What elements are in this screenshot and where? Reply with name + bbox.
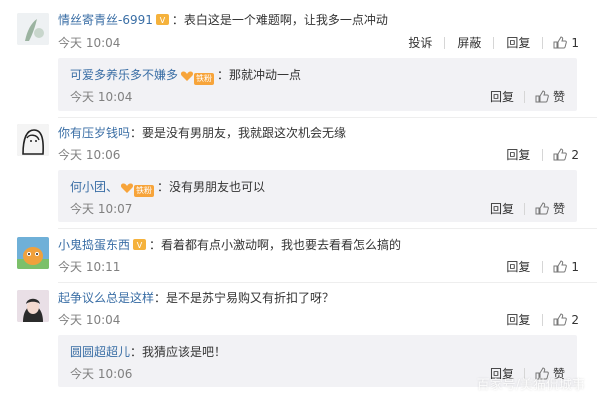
avatar[interactable] <box>17 124 49 156</box>
fan-heart-icon <box>120 183 134 193</box>
reply-line: 圆圆超超儿：我猜应该是吧！ <box>70 343 226 360</box>
reply-reply-button[interactable]: 回复 <box>490 88 514 105</box>
avatar-image <box>17 237 49 269</box>
comment-time: 今天 10:04 <box>58 313 121 327</box>
reply-like-button[interactable]: 赞 <box>535 200 565 217</box>
like-count: 2 <box>571 312 579 327</box>
username-link[interactable]: 小鬼捣蛋东西 <box>58 238 130 252</box>
reply-time: 今天 10:06 <box>70 367 133 381</box>
thumbs-up-icon <box>553 260 568 273</box>
comment-actions: 回复 2 <box>504 311 579 328</box>
reply-username-link[interactable]: 圆圆超超儿 <box>70 345 130 359</box>
comment-line: 小鬼捣蛋东西 V ：看着都有点小激动啊，我也要去看看怎么搞的 <box>58 236 401 253</box>
reply-username-link[interactable]: 何小团、 <box>70 180 118 194</box>
reply-text: ：没有男朋友也可以 <box>157 180 266 194</box>
avatar[interactable] <box>17 13 49 45</box>
reply-text: ：那就冲动一点 <box>217 68 302 82</box>
comment-line: 你有压岁钱吗：要是没有男朋友，我就跟这次机会无缘 <box>58 124 346 141</box>
reply-box: 何小团、 铁粉 ：没有男朋友也可以 今天 10:07 回复 赞 <box>58 170 577 222</box>
reply-time: 今天 10:07 <box>70 202 133 216</box>
avatar-image <box>17 13 49 45</box>
thumbs-up-icon <box>535 90 549 103</box>
avatar-image <box>17 290 49 322</box>
reply-time: 今天 10:04 <box>70 90 133 104</box>
divider <box>542 313 544 326</box>
like-count: 1 <box>571 259 579 274</box>
reply-line: 可爱多养乐多不嫌多 铁粉 ：那就冲动一点 <box>70 66 302 85</box>
block-button[interactable]: 屏蔽 <box>455 34 483 51</box>
reply-line: 何小团、 铁粉 ：没有男朋友也可以 <box>70 178 266 197</box>
thumbs-up-icon <box>553 313 568 326</box>
svg-text:V: V <box>137 241 143 250</box>
thumbs-up-icon <box>553 148 568 161</box>
thumbs-up-icon <box>535 202 549 215</box>
avatar[interactable] <box>17 290 49 322</box>
divider <box>542 36 544 49</box>
fan-badge: 铁粉 <box>180 70 215 85</box>
comment-line: 情丝寄青丝-6991 V ：表白这是一个难题啊，让我多一点冲动 <box>58 11 388 28</box>
reply-like-button[interactable]: 赞 <box>535 88 565 105</box>
fan-heart-icon <box>180 71 194 81</box>
divider <box>542 260 544 273</box>
like-button[interactable]: 2 <box>553 313 579 327</box>
like-button[interactable]: 1 <box>553 36 579 50</box>
username-link[interactable]: 起争议么总是这样 <box>58 291 154 305</box>
comment-actions: 回复 1 <box>504 258 579 275</box>
reply-actions: 回复 赞 <box>490 88 565 105</box>
comment-time: 今天 10:06 <box>58 148 121 162</box>
reply-reply-button[interactable]: 回复 <box>490 200 514 217</box>
reply-text: ：我猜应该是吧！ <box>130 345 227 359</box>
divider <box>444 36 446 49</box>
comment-time: 今天 10:04 <box>58 36 121 50</box>
avatar[interactable] <box>17 237 49 269</box>
reply-box: 可爱多养乐多不嫌多 铁粉 ：那就冲动一点 今天 10:04 回复 赞 <box>58 58 577 111</box>
divider <box>542 148 544 161</box>
fan-badge: 铁粉 <box>120 182 155 197</box>
username-link[interactable]: 情丝寄青丝-6991 <box>58 13 153 27</box>
reply-actions: 回复 赞 <box>490 200 565 217</box>
reply-username-link[interactable]: 可爱多养乐多不嫌多 <box>70 68 178 82</box>
avatar-image <box>17 124 49 156</box>
like-button[interactable]: 2 <box>553 148 579 162</box>
comment-text: ：是不是苏宁易购又有折扣了呀？ <box>154 291 335 305</box>
comment-text: ：看着都有点小激动啊，我也要去看看怎么搞的 <box>149 238 402 252</box>
reply-like-label: 赞 <box>552 202 565 216</box>
comment-divider <box>58 282 597 283</box>
reply-button[interactable]: 回复 <box>504 146 532 163</box>
like-count: 1 <box>571 35 579 50</box>
like-button[interactable]: 1 <box>553 260 579 274</box>
username-link[interactable]: 你有压岁钱吗 <box>58 126 130 140</box>
reply-button[interactable]: 回复 <box>504 258 532 275</box>
comment-text: ：要是没有男朋友，我就跟这次机会无缘 <box>130 126 347 140</box>
reply-like-label: 赞 <box>552 90 565 104</box>
comment-time: 今天 10:11 <box>58 260 121 274</box>
watermark: 百家号/美猫侃城事 <box>476 378 585 393</box>
like-count: 2 <box>571 147 579 162</box>
comment-text: ：表白这是一个难题啊，让我多一点冲动 <box>171 13 388 27</box>
comment-line: 起争议么总是这样：是不是苏宁易购又有折扣了呀？ <box>58 289 334 306</box>
report-button[interactable]: 投诉 <box>406 34 434 51</box>
divider <box>523 90 525 103</box>
thumbs-up-icon <box>553 36 568 49</box>
comment-divider <box>58 117 597 118</box>
comment-actions: 回复 2 <box>504 146 579 163</box>
svg-text:V: V <box>160 16 166 25</box>
vip-badge-icon: V <box>132 238 147 251</box>
comment-actions: 投诉 屏蔽 回复 1 <box>406 34 579 51</box>
comment-divider <box>58 228 597 229</box>
vip-badge-icon: V <box>155 13 170 26</box>
divider <box>523 202 525 215</box>
reply-button[interactable]: 回复 <box>504 34 532 51</box>
divider <box>493 36 495 49</box>
reply-button[interactable]: 回复 <box>504 311 532 328</box>
